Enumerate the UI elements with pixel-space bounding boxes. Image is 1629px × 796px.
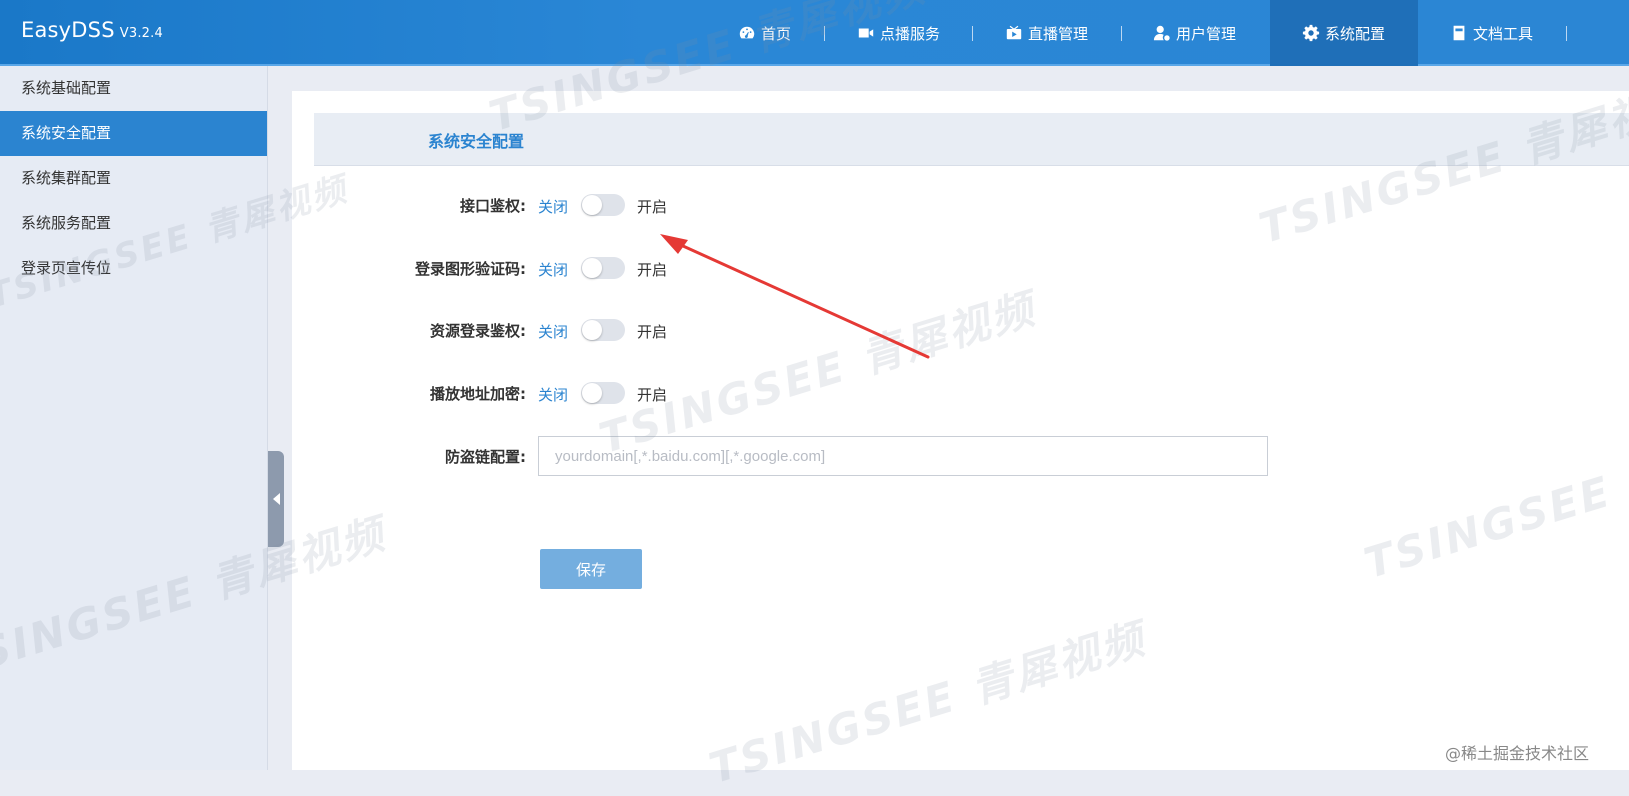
form-row-referer: 防盗链配置: (292, 436, 1292, 476)
resource-auth-label: 资源登录鉴权: (430, 322, 526, 340)
on-label: 开启 (637, 261, 668, 279)
section-header: 系统安全配置 (314, 113, 1629, 166)
toggle-knob (582, 195, 602, 215)
referer-input[interactable] (538, 436, 1268, 476)
nav-label: 文档工具 (1473, 24, 1534, 43)
resource-auth-toggle[interactable] (581, 319, 625, 341)
referer-label: 防盗链配置: (445, 448, 526, 466)
off-label: 关闭 (538, 386, 569, 404)
save-button[interactable]: 保存 (540, 549, 642, 589)
form-row-api-auth: 接口鉴权: 关闭 开启 (292, 191, 1292, 221)
nav-item-vod[interactable]: 点播服务 (857, 0, 940, 66)
sidebar-item-service-config[interactable]: 系统服务配置 (0, 201, 267, 246)
login-captcha-toggle[interactable] (581, 257, 625, 279)
nav-item-system-config[interactable]: 系统配置 (1270, 0, 1418, 66)
nav-item-docs[interactable]: 文档工具 (1450, 0, 1533, 66)
section-title: 系统安全配置 (428, 132, 525, 151)
nav-divider (972, 26, 973, 41)
toggle-knob (582, 258, 602, 278)
play-url-encrypt-toggle[interactable] (581, 382, 625, 404)
login-captcha-label: 登录图形验证码: (415, 260, 526, 278)
content-panel: 系统安全配置 接口鉴权: 关闭 开启 登录图形验证码: 关闭 开启 资源登录鉴权… (292, 91, 1629, 770)
api-auth-label: 接口鉴权: (460, 197, 526, 215)
nav-label: 系统配置 (1325, 24, 1386, 43)
nav-item-live[interactable]: 直播管理 (1005, 0, 1088, 66)
form-row-resource-auth: 资源登录鉴权: 关闭 开启 (292, 316, 1292, 346)
document-icon (1453, 25, 1465, 41)
form-row-login-captcha: 登录图形验证码: 关闭 开启 (292, 254, 1292, 284)
video-camera-icon (858, 28, 874, 38)
nav-label: 直播管理 (1028, 24, 1089, 43)
sidebar: 系统基础配置 系统安全配置 系统集群配置 系统服务配置 登录页宣传位 (0, 66, 268, 770)
nav-label: 首页 (761, 24, 792, 43)
sidebar-collapse-handle[interactable] (268, 451, 284, 547)
top-navbar: EasyDSS V3.2.4 首页 点播服务 直播管理 用户管理 系统配置 文档工… (0, 0, 1629, 66)
nav-item-users[interactable]: 用户管理 (1153, 0, 1236, 66)
dashboard-icon (739, 26, 755, 39)
sidebar-item-basic-config[interactable]: 系统基础配置 (0, 66, 267, 111)
off-label: 关闭 (538, 198, 569, 216)
user-gear-icon (1153, 25, 1170, 41)
site-credit: @稀土掘金技术社区 (1444, 744, 1589, 763)
caret-left-icon (272, 493, 280, 505)
nav-label: 点播服务 (880, 24, 941, 43)
sidebar-item-security-config[interactable]: 系统安全配置 (0, 111, 267, 156)
off-label: 关闭 (538, 261, 569, 279)
sidebar-item-cluster-config[interactable]: 系统集群配置 (0, 156, 267, 201)
on-label: 开启 (637, 323, 668, 341)
api-auth-toggle[interactable] (581, 194, 625, 216)
toggle-knob (582, 383, 602, 403)
sidebar-item-login-promo[interactable]: 登录页宣传位 (0, 246, 267, 291)
toggle-knob (582, 320, 602, 340)
nav-label: 用户管理 (1176, 24, 1237, 43)
live-tv-icon (1006, 25, 1022, 40)
on-label: 开启 (637, 198, 668, 216)
form-row-play-url-encrypt: 播放地址加密: 关闭 开启 (292, 379, 1292, 409)
on-label: 开启 (637, 386, 668, 404)
nav-divider (1121, 26, 1122, 41)
play-url-encrypt-label: 播放地址加密: (430, 385, 526, 403)
main-nav: 首页 点播服务 直播管理 用户管理 系统配置 文档工具 (0, 0, 1629, 66)
nav-divider (1566, 26, 1567, 41)
off-label: 关闭 (538, 323, 569, 341)
nav-item-home[interactable]: 首页 (738, 0, 791, 66)
gear-icon (1302, 24, 1320, 42)
nav-divider (824, 26, 825, 41)
